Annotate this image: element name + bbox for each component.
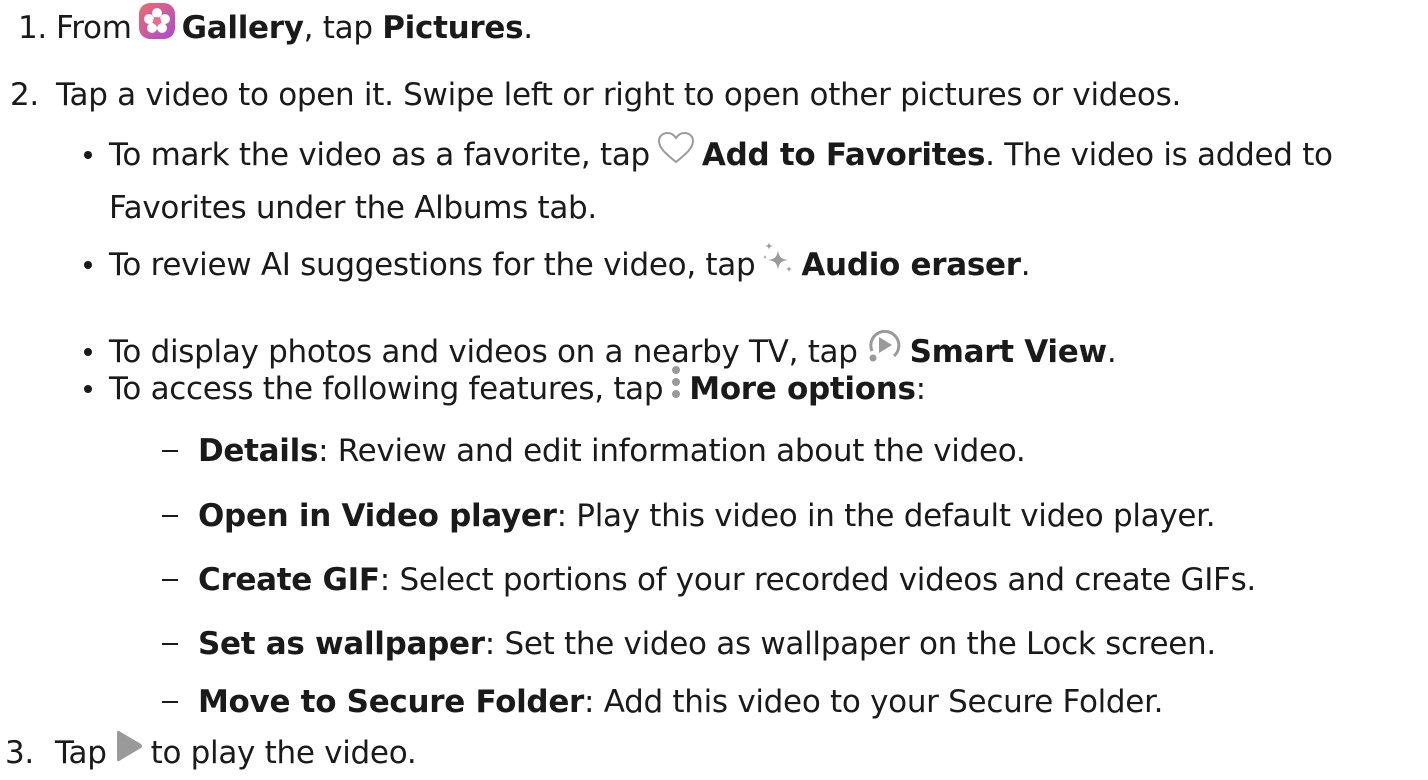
bullet-ai-suggestions: To review AI suggestions for the video, … [84,240,1031,291]
step-number: 1. [18,10,47,46]
bullet-text: : [915,371,926,407]
audio-eraser-label: Audio eraser [801,247,1021,283]
bullet-text: To review AI suggestions for the video, … [109,247,756,283]
step-text: , tap [303,10,383,46]
step-text: to play the video. [150,735,417,771]
step-text: Tap a video to open it. Swipe left or ri… [56,77,1182,113]
subitem-label: Set as wallpaper [198,626,485,662]
subitem-open-in-video-player: Open in Video player : Play this video i… [162,491,1216,541]
step-3: 3. Tap to play the video. [5,727,417,780]
bullet-dot [84,348,92,356]
bullet-dot [84,151,92,159]
bullet-more-options: To access the following features, tap Mo… [84,364,926,414]
bullet-text: To mark the video as a favorite, tap [109,137,650,173]
step-text: Tap [55,735,107,771]
subitem-text: : Play this video in the default video p… [556,498,1216,534]
dash-marker [162,643,178,645]
bullet-text: Favorites under the Albums tab. [109,190,597,226]
subitem-label: Open in Video player [198,498,557,534]
more-options-label: More options [689,371,916,407]
bullet-text: . The video is added to [985,137,1333,173]
dash-marker [162,701,178,703]
pictures-label: Pictures [382,10,524,46]
step-text: From [56,10,132,46]
bullet-favorites: To mark the video as a favorite, tap Add… [84,130,1333,180]
subitem-text: : Set the video as wallpaper on the Lock… [484,626,1216,662]
more-options-icon [669,362,683,417]
heart-icon [656,130,696,180]
bullet-dot [84,261,92,269]
subitem-text: : Review and edit information about the … [318,433,1026,469]
subitem-label: Create GIF [198,562,380,598]
gallery-label: Gallery [181,10,304,46]
gallery-icon [138,2,176,55]
sparkle-icon [761,240,795,291]
step-number: 2. [10,77,39,113]
bullet-text: . [1020,247,1031,283]
bullet-text: . [1106,334,1117,370]
subitem-text: : Add this video to your Secure Folder. [584,684,1164,720]
subitem-move-to-secure-folder: Move to Secure Folder : Add this video t… [162,677,1164,727]
subitem-text: : Select portions of your recorded video… [379,562,1257,598]
step-text: . [523,10,533,46]
subitem-details: Details : Review and edit information ab… [162,426,1026,476]
subitem-label: Move to Secure Folder [198,684,585,720]
subitem-set-as-wallpaper: Set as wallpaper : Set the video as wall… [162,619,1216,669]
step-1: 1. From Gallery , tap Pictures . [18,2,533,55]
dash-marker [162,450,178,452]
bullet-dot [84,385,92,393]
subitem-label: Details [198,433,319,469]
add-to-favorites-label: Add to Favorites [701,137,986,173]
smart-view-label: Smart View [909,334,1107,370]
step-2: 2. Tap a video to open it. Swipe left or… [10,70,1181,120]
bullet-text: To access the following features, tap [109,371,664,407]
bullet-favorites-continued: Favorites under the Albums tab. [109,183,597,233]
step-number: 3. [5,735,34,771]
subitem-create-gif: Create GIF : Select portions of your rec… [162,555,1256,605]
dash-marker [162,579,178,581]
dash-marker [162,515,178,517]
play-icon [113,727,145,780]
